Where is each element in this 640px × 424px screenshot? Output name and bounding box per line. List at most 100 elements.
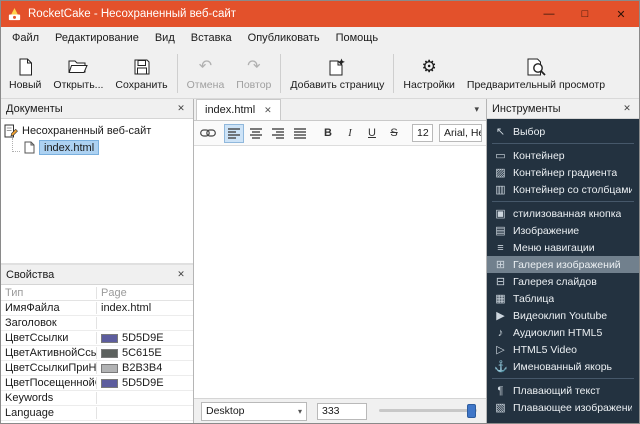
tool-item-styled-button[interactable]: ▣ стилизованная кнопка <box>487 205 639 222</box>
documents-tree: Несохраненный веб-сайт index.html <box>1 119 193 265</box>
color-swatch[interactable] <box>101 379 118 388</box>
property-value[interactable]: B2B3B4 <box>97 362 193 374</box>
properties-grid: Тип Page ИмяФайла index.html Заголовок Ц… <box>1 285 193 423</box>
menu-insert[interactable]: Вставка <box>183 27 240 49</box>
property-row: ИмяФайла index.html <box>1 301 193 316</box>
minimize-button[interactable]: — <box>531 1 567 27</box>
page-canvas[interactable] <box>194 146 486 398</box>
properties-close-icon[interactable]: ✕ <box>174 269 188 280</box>
tool-item-column-container[interactable]: ▥ Контейнер со столбцами <box>487 181 639 198</box>
property-value[interactable]: index.html <box>97 302 193 314</box>
documents-panel-title: Документы <box>6 103 63 115</box>
align-right-icon <box>272 128 285 139</box>
tab-index-html[interactable]: index.html ✕ <box>196 99 281 120</box>
tool-item-gradient-container[interactable]: ▨ Контейнер градиента <box>487 164 639 181</box>
styled-button-icon: ▣ <box>494 207 507 220</box>
align-center-button[interactable] <box>246 124 266 143</box>
property-row: Language <box>1 406 193 421</box>
tab-list-dropdown-icon[interactable]: ▾ <box>467 104 486 115</box>
font-size-select[interactable]: 12 ▾ <box>412 124 433 142</box>
tool-item-html5-audio[interactable]: ♪ Аудиоклип HTML5 <box>487 324 639 341</box>
tool-item-slideshow-gallery[interactable]: ⊟ Галерея слайдов <box>487 273 639 290</box>
menu-publish[interactable]: Опубликовать <box>240 27 328 49</box>
font-family-select[interactable]: Arial, Helvetic <box>439 124 482 142</box>
tools-close-icon[interactable]: ✕ <box>620 103 634 114</box>
slideshow-gallery-icon: ⊟ <box>494 275 507 288</box>
slider-handle[interactable] <box>467 404 476 418</box>
window-controls: — □ ✕ <box>531 1 639 27</box>
new-button[interactable]: Новый <box>3 50 47 97</box>
column-header-page: Page <box>97 287 193 299</box>
tool-item-youtube-video[interactable]: ▶ Видеоклип Youtube <box>487 307 639 324</box>
html5-video-icon: ▷ <box>494 343 507 356</box>
save-button[interactable]: Сохранить <box>109 50 173 97</box>
maximize-button[interactable]: □ <box>567 1 603 27</box>
column-container-icon: ▥ <box>494 183 507 196</box>
width-slider[interactable] <box>377 399 479 423</box>
tool-item-floating-text[interactable]: ¶ Плавающий текст <box>487 382 639 399</box>
align-right-button[interactable] <box>268 124 288 143</box>
menu-edit[interactable]: Редактирование <box>47 27 147 49</box>
chevron-down-icon: ▾ <box>298 407 302 416</box>
link-button[interactable] <box>198 124 218 143</box>
editor-column: index.html ✕ ▾ <box>194 99 487 423</box>
toolbar-separator <box>393 54 394 93</box>
add-page-button[interactable]: Добавить страницу <box>284 50 390 97</box>
documents-panel-header: Документы ✕ <box>1 99 193 119</box>
main-toolbar: Новый Открыть... Сохранить ↶ Отмена ↷ По… <box>1 49 639 99</box>
property-row: ЦветАктивнойСсы 5C615E <box>1 346 193 361</box>
device-select[interactable]: Desktop ▾ <box>201 402 307 421</box>
property-name: ЦветСсылки <box>1 332 97 344</box>
gear-icon: ⚙ <box>422 57 437 77</box>
add-page-button-label: Добавить страницу <box>290 79 384 91</box>
color-swatch[interactable] <box>101 349 118 358</box>
tool-item-table[interactable]: ▦ Таблица <box>487 290 639 307</box>
strikethrough-button[interactable]: S <box>384 124 404 143</box>
tool-item-image[interactable]: ▤ Изображение <box>487 222 639 239</box>
property-name: ЦветСсылкиПриНа <box>1 362 97 374</box>
align-left-icon <box>228 128 241 139</box>
color-swatch[interactable] <box>101 334 118 343</box>
bold-button[interactable]: B <box>318 124 338 143</box>
settings-button[interactable]: ⚙ Настройки <box>397 50 461 97</box>
undo-button[interactable]: ↶ Отмена <box>181 50 231 97</box>
font-family-value: Arial, Helvetic <box>444 127 482 139</box>
property-name: ИмяФайла <box>1 302 97 314</box>
property-value[interactable]: 5D5D9E <box>97 332 193 344</box>
navigation-menu-icon: ≡ <box>494 242 507 254</box>
property-value[interactable]: 5C615E <box>97 347 193 359</box>
italic-button[interactable]: I <box>340 124 360 143</box>
underline-button[interactable]: U <box>362 124 382 143</box>
property-value[interactable]: 5D5D9E <box>97 377 193 389</box>
window-title: RocketCake - Несохраненный веб-сайт <box>28 8 236 20</box>
tab-close-icon[interactable]: ✕ <box>264 105 272 116</box>
color-hex-value: B2B3B4 <box>122 362 162 374</box>
align-justify-button[interactable] <box>290 124 310 143</box>
tool-item-floating-image[interactable]: ▧ Плавающее изображение <box>487 399 639 416</box>
html5-audio-icon: ♪ <box>494 327 507 339</box>
tool-item-selection[interactable]: ↖ Выбор <box>487 123 639 140</box>
menu-file[interactable]: Файл <box>4 27 47 49</box>
menu-view[interactable]: Вид <box>147 27 183 49</box>
tool-item-image-gallery[interactable]: ⊞ Галерея изображений <box>487 256 639 273</box>
color-swatch[interactable] <box>101 364 118 373</box>
align-left-button[interactable] <box>224 124 244 143</box>
tool-item-named-anchor[interactable]: ⚓ Именованный якорь <box>487 358 639 375</box>
slider-track[interactable] <box>379 409 477 412</box>
close-button[interactable]: ✕ <box>603 1 639 27</box>
tool-item-container[interactable]: ▭ Контейнер <box>487 147 639 164</box>
tool-item-navigation-menu[interactable]: ≡ Меню навигации <box>487 239 639 256</box>
align-center-icon <box>250 128 263 139</box>
preview-button[interactable]: Предварительный просмотр <box>461 50 611 97</box>
page-width-input[interactable] <box>317 403 367 420</box>
tools-separator <box>492 143 634 144</box>
table-icon: ▦ <box>494 292 507 305</box>
tool-item-html5-video[interactable]: ▷ HTML5 Video <box>487 341 639 358</box>
tree-item-index-html[interactable]: index.html <box>12 139 190 156</box>
documents-close-icon[interactable]: ✕ <box>174 103 188 114</box>
open-button[interactable]: Открыть... <box>47 50 109 97</box>
menu-help[interactable]: Помощь <box>328 27 387 49</box>
redo-button[interactable]: ↷ Повтор <box>230 50 277 97</box>
tree-item-website[interactable]: Несохраненный веб-сайт <box>4 122 190 139</box>
color-hex-value: 5C615E <box>122 347 162 359</box>
